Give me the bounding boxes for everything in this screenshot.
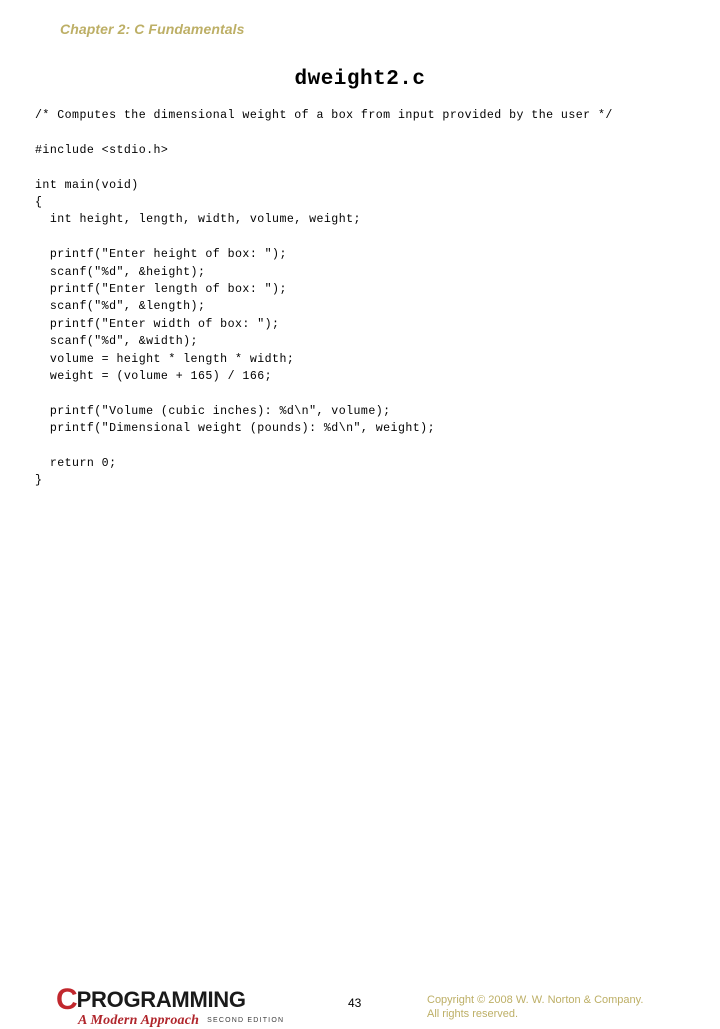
code-line: volume = height * length * width; <box>35 352 295 366</box>
slide-footer: CPROGRAMMING A Modern Approach SECOND EDI… <box>0 490 720 1029</box>
logo-programming-text: PROGRAMMING <box>76 987 246 1012</box>
code-line: { <box>35 196 43 209</box>
chapter-header: Chapter 2: C Fundamentals <box>60 21 245 37</box>
code-line: scanf("%d", &width); <box>35 335 198 349</box>
logo-edition-text: SECOND EDITION <box>207 1017 285 1024</box>
code-line: printf("Enter height of box: "); <box>35 248 287 262</box>
copyright-line-1: Copyright © 2008 W. W. Norton & Company. <box>427 994 644 1006</box>
code-line: printf("Enter length of box: "); <box>35 283 287 297</box>
copyright-notice: Copyright © 2008 W. W. Norton & Company.… <box>427 994 643 1021</box>
code-line: printf("Dimensional weight (pounds): %d\… <box>35 422 435 436</box>
book-logo: CPROGRAMMING A Modern Approach SECOND EDI… <box>56 985 286 1029</box>
code-line: } <box>35 474 43 488</box>
code-line: int height, length, width, volume, weigh… <box>35 213 361 227</box>
logo-subtitle-text: A Modern Approach <box>78 1013 200 1028</box>
code-line: printf("Enter width of box: "); <box>35 317 280 331</box>
code-line: scanf("%d", &length); <box>35 300 206 314</box>
code-listing: /* Computes the dimensional weight of a … <box>35 107 720 490</box>
code-line: scanf("%d", &height); <box>35 265 206 279</box>
copyright-line-2: All rights reserved. <box>427 1007 519 1020</box>
code-line: #include <stdio.h> <box>35 143 169 157</box>
logo-subtitle-row: A Modern Approach SECOND EDITION <box>56 1011 286 1029</box>
code-line: int main(void) <box>35 178 139 192</box>
logo-wordmark-row: CPROGRAMMING <box>56 985 286 1015</box>
code-line: return 0; <box>35 457 117 471</box>
code-line: /* Computes the dimensional weight of a … <box>35 109 613 122</box>
page-title: dweight2.c <box>294 68 426 91</box>
code-line: printf("Volume (cubic inches): %d\n", vo… <box>35 404 391 418</box>
code-line: weight = (volume + 165) / 166; <box>35 370 273 384</box>
page-number: 43 <box>348 996 362 1010</box>
